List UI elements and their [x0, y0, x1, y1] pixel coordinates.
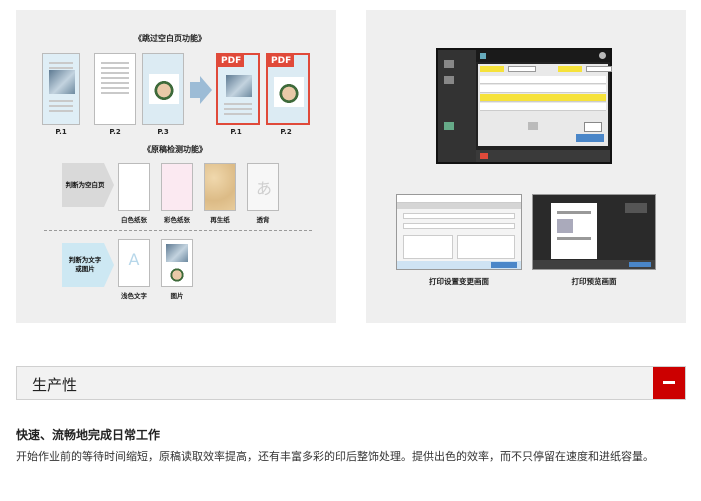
screen-job-list: [478, 64, 612, 146]
collapse-button[interactable]: [653, 367, 685, 399]
source-page-2: [94, 53, 136, 125]
sample-recycled-paper: [204, 163, 236, 211]
text-category-label: 判断为文字或图片: [68, 256, 102, 273]
print-settings-caption: 打印设置变更画面: [429, 277, 489, 286]
blank-category-label: 判断为空白页: [65, 180, 105, 189]
output-page-1: PDF: [216, 53, 260, 125]
source-page-1: [42, 53, 80, 125]
detect-title: 《原稿检测功能》: [143, 145, 207, 154]
sample-light-text: A: [118, 239, 150, 287]
svg-text:あ: あ: [256, 179, 272, 198]
output-page-label: P.2: [280, 128, 292, 136]
sample-picture: [161, 239, 193, 287]
output-page-label: P.1: [230, 128, 242, 136]
print-settings-screenshot: [396, 194, 522, 270]
print-preview-caption: 打印预览画面: [571, 277, 617, 286]
sample-white-paper: [118, 163, 150, 211]
output-page-2: PDF: [266, 53, 310, 125]
show-through-glyph-icon: あ: [256, 179, 272, 198]
sample-show-through: あ: [247, 163, 279, 211]
divider: [44, 230, 312, 231]
screen-sidebar: [438, 50, 476, 162]
screen-illustration-panel: 打印设置变更画面 打印预览画面: [366, 10, 686, 323]
skip-blank-title: 《跳过空白页功能》: [134, 34, 206, 43]
sample-label: 再生纸: [210, 216, 230, 224]
sample-color-paper: [161, 163, 193, 211]
screen-status-bar: [476, 150, 610, 162]
section-heading: 快速、流畅地完成日常工作: [16, 428, 161, 442]
accordion-title: 生产性: [32, 376, 78, 394]
sample-label: 彩色纸张: [164, 216, 190, 224]
device-main-screen: [436, 48, 612, 164]
arrow-right-icon: [190, 76, 212, 104]
sample-label: 白色纸张: [121, 216, 147, 224]
source-page-label: P.3: [157, 128, 169, 136]
pdf-tag: PDF: [268, 55, 295, 67]
productivity-accordion[interactable]: 生产性: [16, 366, 686, 400]
minus-icon: [663, 381, 675, 384]
pdf-tag: PDF: [218, 55, 245, 67]
source-page-3: [142, 53, 184, 125]
feature-illustration-panel: 《跳过空白页功能》 P.1 P.2 P.3 PDF PDF P.1 P.2 《原…: [16, 10, 336, 323]
sample-label: 透背: [256, 216, 270, 224]
section-body-text: 开始作业前的等待时间缩短，原稿读取效率提高，还有丰富多彩的印后整饰处理。提供出色…: [16, 450, 654, 463]
sample-label: 图片: [170, 292, 184, 300]
screen-title-bar: [476, 50, 610, 62]
source-page-label: P.1: [55, 128, 67, 136]
source-page-label: P.2: [109, 128, 121, 136]
sample-label: 浅色文字: [121, 292, 147, 300]
print-preview-screenshot: [532, 194, 656, 270]
light-text-glyph: A: [128, 250, 140, 269]
